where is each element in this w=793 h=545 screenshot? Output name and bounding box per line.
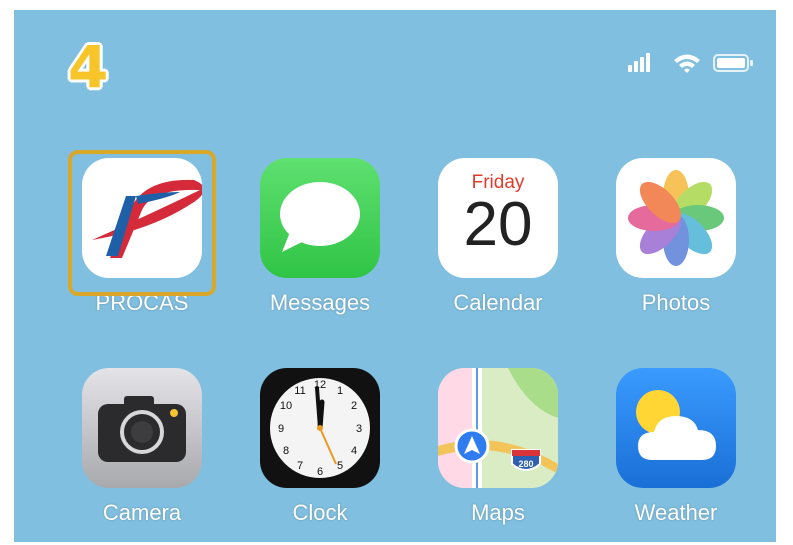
app-label-photos: Photos xyxy=(641,290,711,315)
app-label-maps: Maps xyxy=(471,500,525,525)
svg-text:8: 8 xyxy=(283,445,289,457)
app-messages[interactable]: Messages xyxy=(232,158,408,328)
app-label-calendar: Calendar xyxy=(453,290,543,315)
app-label-clock: Clock xyxy=(292,500,348,525)
app-calendar[interactable]: Friday 20 Calendar xyxy=(410,158,586,328)
app-label-weather: Weather xyxy=(634,500,718,525)
svg-text:3: 3 xyxy=(356,423,362,435)
step-number: 4 xyxy=(68,33,109,101)
cellular-signal-icon xyxy=(628,53,650,72)
app-photos[interactable]: Photos xyxy=(588,158,764,328)
maps-app-icon[interactable]: 280 xyxy=(438,368,558,488)
wifi-icon xyxy=(674,54,700,73)
photos-app-icon[interactable] xyxy=(616,158,736,278)
svg-text:6: 6 xyxy=(317,466,323,478)
calendar-date: 20 xyxy=(463,190,533,259)
calendar-app-icon[interactable]: Friday 20 xyxy=(438,158,558,278)
svg-text:7: 7 xyxy=(297,460,303,472)
svg-text:2: 2 xyxy=(351,400,357,412)
svg-text:5: 5 xyxy=(337,460,343,472)
app-label-camera: Camera xyxy=(102,500,182,525)
app-label-messages: Messages xyxy=(269,290,371,315)
svg-text:11: 11 xyxy=(294,385,305,397)
app-camera[interactable]: Camera xyxy=(54,368,230,538)
svg-text:9: 9 xyxy=(278,423,284,435)
app-clock[interactable]: 12 1 2 345 678 9 10 11 Clock xyxy=(232,368,408,538)
weather-app-icon[interactable] xyxy=(616,368,736,488)
road-sign-number: 280 xyxy=(518,459,533,469)
app-maps[interactable]: 280 Maps xyxy=(410,368,586,538)
svg-text:1: 1 xyxy=(337,385,343,397)
svg-text:10: 10 xyxy=(280,400,292,412)
camera-app-icon[interactable] xyxy=(82,368,202,488)
messages-app-icon[interactable] xyxy=(260,158,380,278)
clock-app-icon[interactable]: 12 1 2 345 678 9 10 11 xyxy=(260,368,380,488)
battery-icon xyxy=(713,54,753,72)
procas-highlight-frame xyxy=(68,150,216,296)
status-bar xyxy=(626,51,766,75)
svg-text:4: 4 xyxy=(351,445,357,457)
home-screen: 4 PROCAS Messages Friday 20 Calendar Pho… xyxy=(14,10,776,542)
app-weather[interactable]: Weather xyxy=(588,368,764,538)
